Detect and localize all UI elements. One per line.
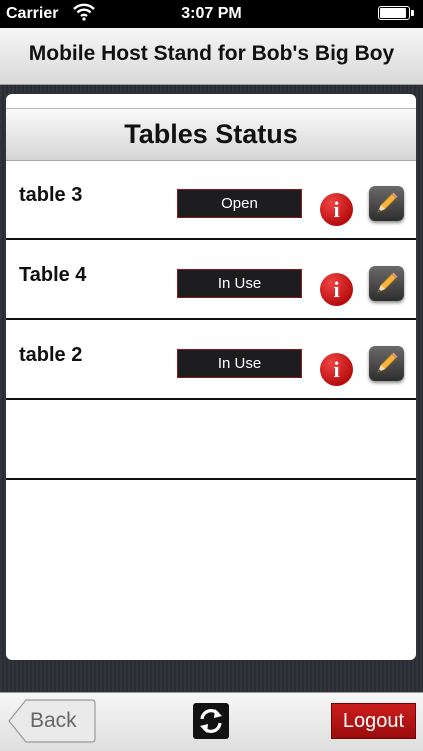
table-row-empty xyxy=(6,400,416,480)
table-name: Table 4 xyxy=(19,264,87,286)
status-badge[interactable]: In Use xyxy=(177,269,302,298)
back-label: Back xyxy=(30,709,77,732)
section-title: Tables Status xyxy=(124,119,298,149)
battery-icon xyxy=(378,6,416,22)
info-icon[interactable]: i xyxy=(320,273,353,306)
nav-bar: Mobile Host Stand for Bob's Big Boy xyxy=(0,28,423,85)
section-header: Tables Status xyxy=(6,108,416,161)
clock: 3:07 PM xyxy=(181,5,242,22)
table-name: table 3 xyxy=(19,184,83,206)
bottom-toolbar: Back Logout xyxy=(0,692,423,751)
table-row[interactable]: table 3 Open i xyxy=(6,160,416,240)
page-title: Mobile Host Stand for Bob's Big Boy xyxy=(28,42,395,65)
back-button[interactable]: Back xyxy=(8,699,96,743)
status-bar: Carrier 3:07 PM xyxy=(0,0,423,28)
pencil-icon[interactable] xyxy=(369,186,404,221)
table-row[interactable]: table 2 In Use i xyxy=(6,320,416,400)
table-name: table 2 xyxy=(19,344,83,366)
table-row[interactable]: Table 4 In Use i xyxy=(6,240,416,320)
pencil-icon[interactable] xyxy=(369,266,404,301)
status-badge[interactable]: Open xyxy=(177,189,302,218)
refresh-icon[interactable] xyxy=(193,703,229,739)
logout-button[interactable]: Logout xyxy=(331,703,416,739)
tables-panel: Tables Status table 3 Open i Table 4 In … xyxy=(6,94,416,660)
pencil-icon[interactable] xyxy=(369,346,404,381)
info-icon[interactable]: i xyxy=(320,193,353,226)
info-icon[interactable]: i xyxy=(320,353,353,386)
status-badge[interactable]: In Use xyxy=(177,349,302,378)
